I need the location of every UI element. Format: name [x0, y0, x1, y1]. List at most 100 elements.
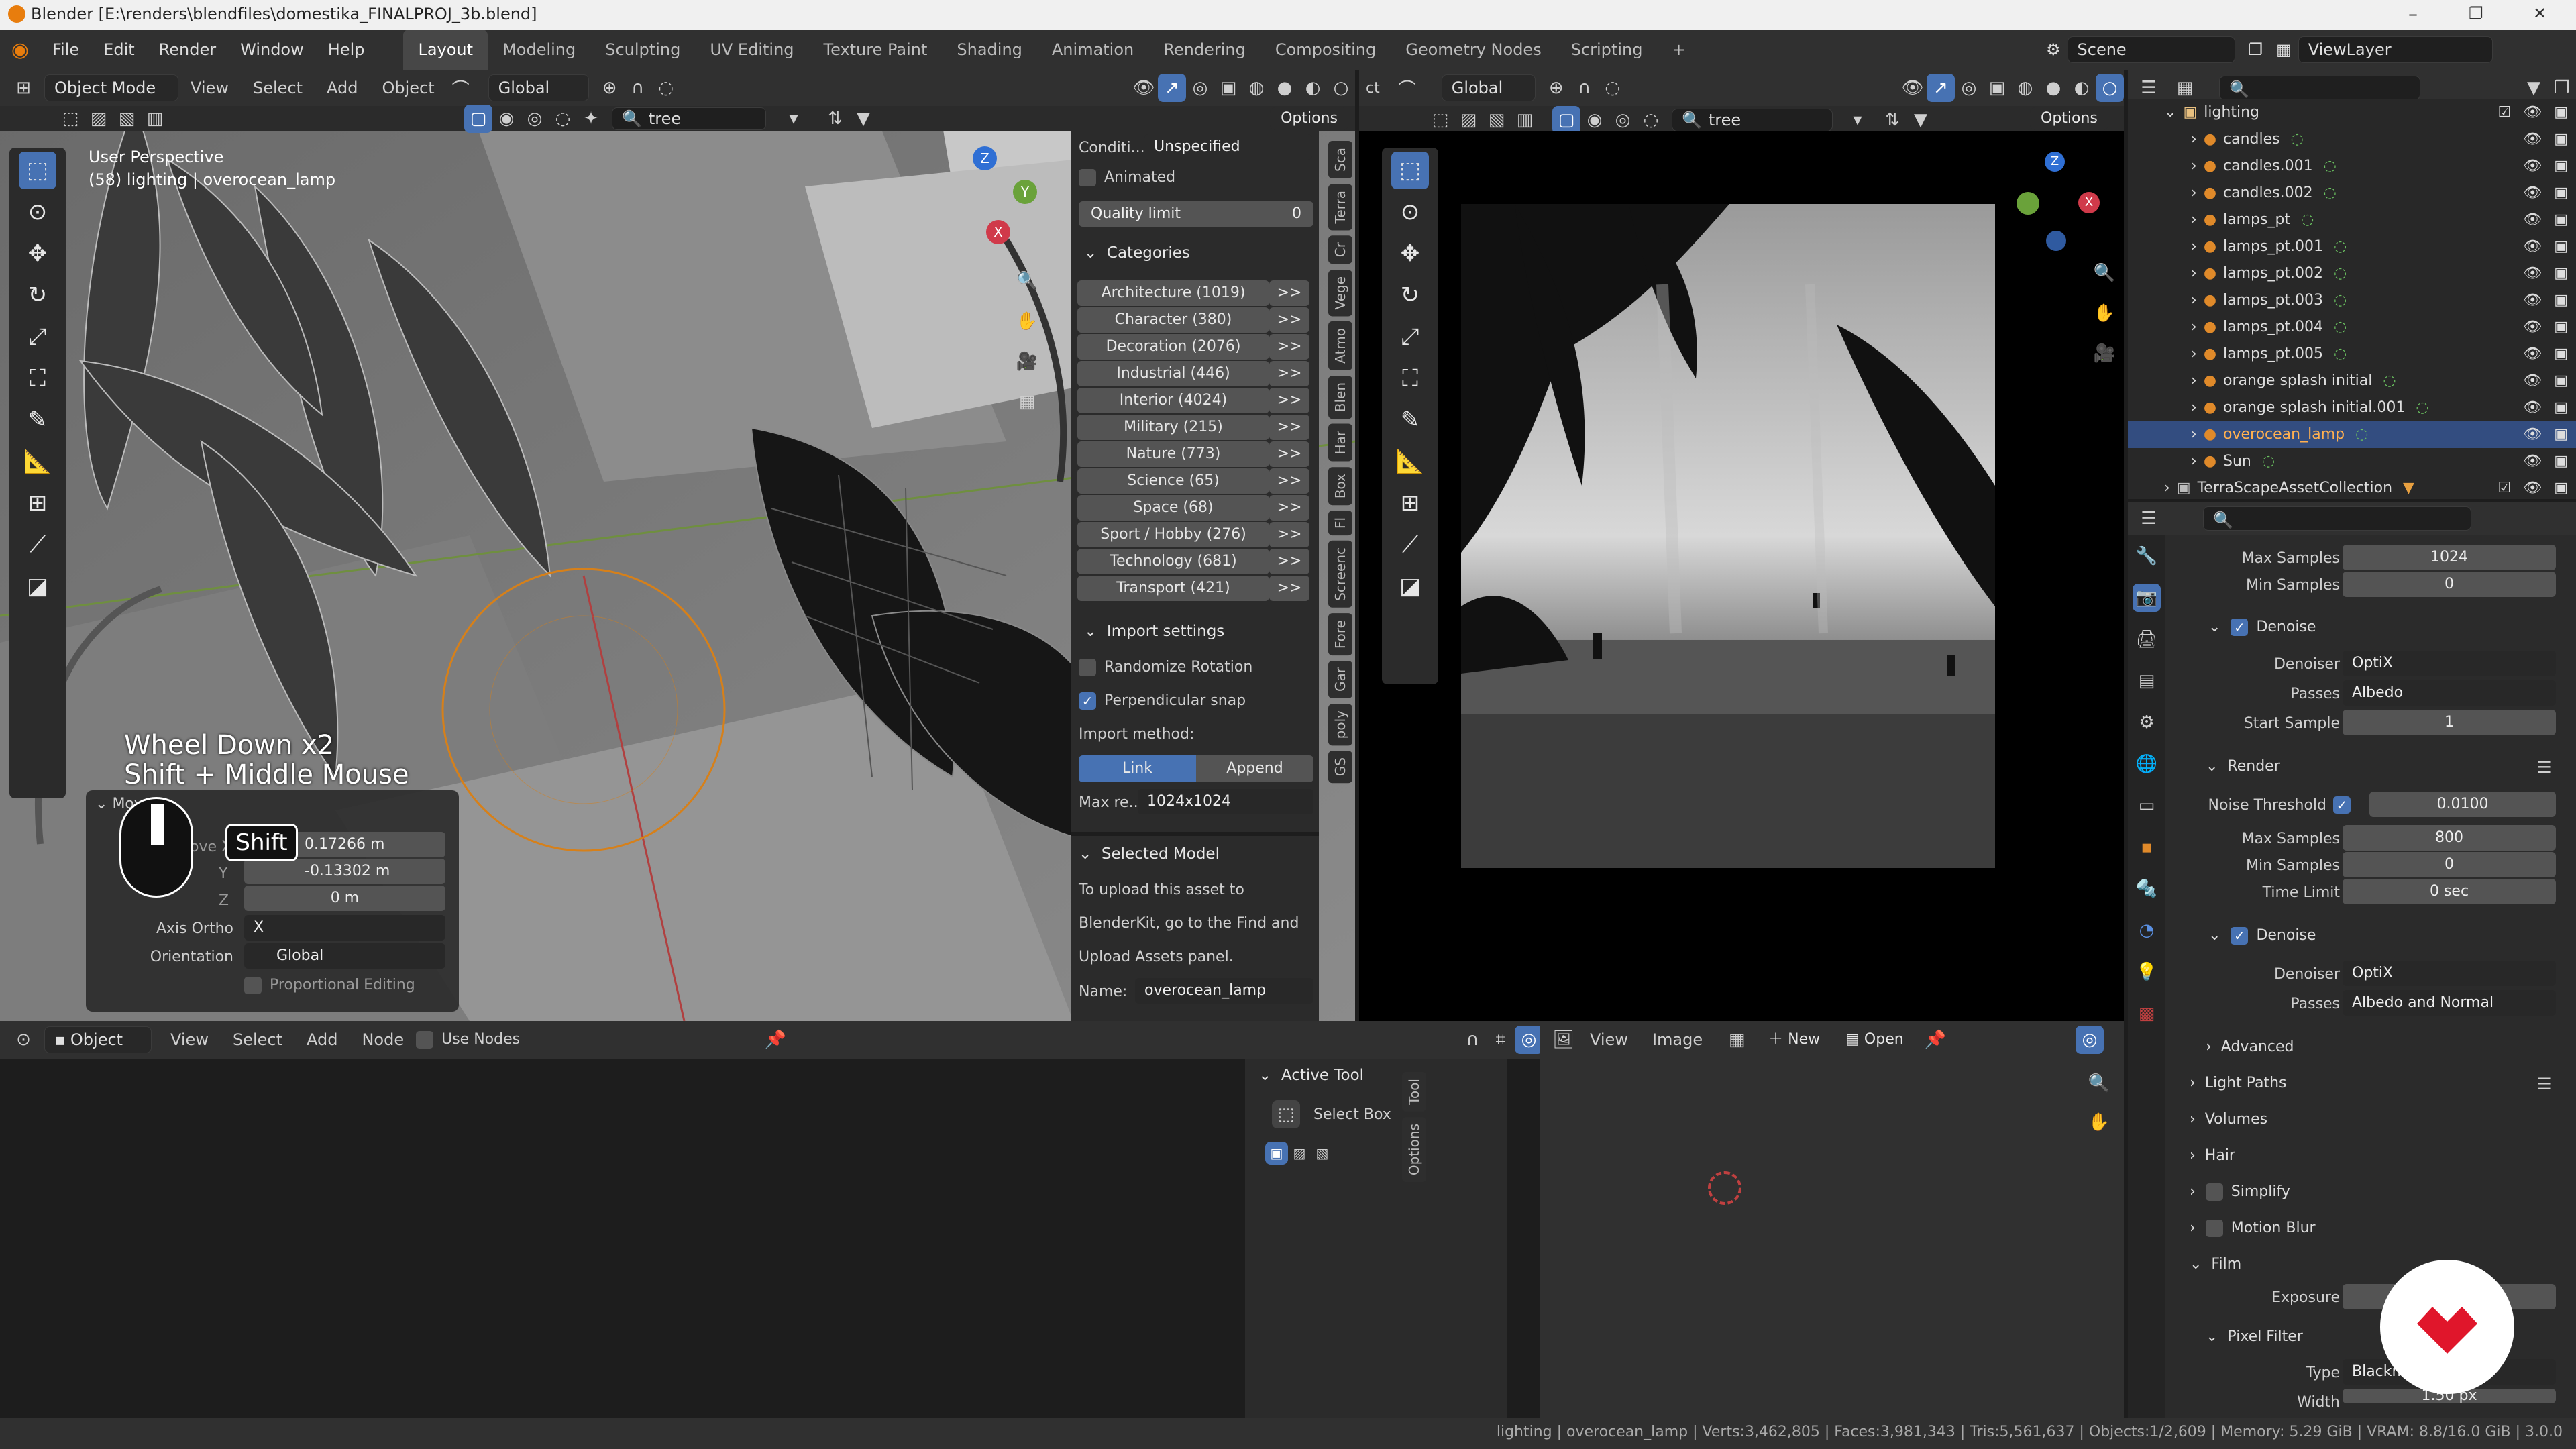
mode-extend-icon[interactable]: ▨	[1288, 1142, 1311, 1165]
node-snap-icon[interactable]: ∩	[1458, 1026, 1487, 1054]
rotate-tool-icon[interactable]: ↻	[1391, 276, 1429, 314]
sidebar-tab-vege[interactable]: Vege	[1328, 269, 1352, 317]
volumes-section[interactable]: › Volumes	[2190, 1103, 2267, 1136]
outliner-editor-icon[interactable]: ☰	[2135, 74, 2163, 102]
animated-checkbox[interactable]: Animated	[1079, 169, 1175, 186]
image-menu-view[interactable]: View	[1578, 1021, 1640, 1059]
node-menu-view[interactable]: View	[158, 1021, 221, 1059]
image-browse-icon[interactable]: ▦	[1723, 1026, 1751, 1054]
visibility-eye-icon[interactable]: 👁	[2523, 207, 2542, 233]
category-arrow[interactable]: >>	[1269, 549, 1309, 574]
axis-neg-z-icon[interactable]	[2046, 231, 2066, 251]
properties-editor-icon[interactable]: ☰	[2135, 504, 2163, 533]
add-workspace-button[interactable]: +	[1657, 30, 1700, 70]
node-snap-type-icon[interactable]: ⌗	[1487, 1026, 1515, 1054]
tab-options[interactable]: Options	[1402, 1116, 1426, 1183]
import-settings-header[interactable]: ⌄ Import settings	[1084, 623, 1224, 640]
expand-icon[interactable]: ›	[2191, 394, 2197, 421]
options-button[interactable]: Options	[1270, 107, 1348, 130]
collection-checkbox[interactable]: ☑	[2498, 475, 2512, 502]
visibility-eye-icon[interactable]: 👁	[2523, 153, 2542, 180]
filter-hdr-icon[interactable]: ◌	[549, 105, 577, 133]
display-mode-icon[interactable]: ▦	[2171, 74, 2199, 102]
outliner-item[interactable]: › ● candles.001 ◌ 👁 ▣	[2128, 153, 2576, 180]
sidebar-tab-gar[interactable]: Gar	[1328, 660, 1352, 698]
category-sport-hobby[interactable]: Sport / Hobby (276)	[1077, 522, 1269, 547]
node-overlay-icon[interactable]: ◎	[1515, 1026, 1543, 1054]
outliner-item[interactable]: › ● orange splash initial ◌ 👁 ▣	[2128, 368, 2576, 394]
workspace-tab-modeling[interactable]: Modeling	[488, 30, 590, 70]
visibility-eye-icon[interactable]: 👁	[2523, 99, 2542, 126]
proportional-icon[interactable]: ◌	[652, 74, 680, 102]
category-space[interactable]: Space (68)	[1077, 495, 1269, 521]
new-image-button[interactable]: ＋ New	[1758, 1026, 1831, 1053]
select-mode-icon[interactable]: ⬚	[1426, 106, 1454, 134]
expand-icon[interactable]: ›	[2191, 287, 2197, 314]
options-right-button[interactable]: Options	[2030, 107, 2108, 130]
append-button[interactable]: Append	[1196, 755, 1313, 782]
world-tab-icon[interactable]: 🌐	[2133, 750, 2161, 778]
render-camera-icon[interactable]: ▣	[2554, 233, 2568, 260]
light-paths-section[interactable]: › Light Paths	[2190, 1067, 2286, 1100]
outliner-item[interactable]: › ● lamps_pt.003 ◌ 👁 ▣	[2128, 287, 2576, 314]
select-extend-icon[interactable]: ▨	[85, 105, 113, 133]
sidebar-tab-atmo[interactable]: Atmo	[1328, 321, 1352, 370]
render-max-samples-field[interactable]: 800	[2343, 825, 2556, 851]
category-technology[interactable]: Technology (681)	[1077, 549, 1269, 574]
film-section[interactable]: ⌄ Film	[2190, 1248, 2241, 1281]
link-icon[interactable]: ⌒	[1393, 74, 1421, 102]
noise-threshold-field[interactable]: 0.0100	[2369, 792, 2556, 817]
xray-icon[interactable]: ▣	[1214, 74, 1242, 102]
render-camera-icon[interactable]: ▣	[2554, 394, 2568, 421]
viewport-right[interactable]: ⬚ ⊙ ✥ ↻ ⤢ ⛶ ✎ 📐 ⊞ ⟋ ◪ Z X 🔍 ✋ 🎥	[1359, 131, 2124, 1021]
pivot-icon[interactable]: ⊕	[1542, 74, 1570, 102]
randomize-rotation-checkbox[interactable]: Randomize Rotation	[1079, 659, 1252, 676]
category-interior[interactable]: Interior (4024)	[1077, 388, 1269, 413]
outliner-collection-lighting[interactable]: ⌄ ▣ lighting ☑ 👁 ▣	[2128, 99, 2576, 126]
category-arrow[interactable]: >>	[1269, 441, 1309, 467]
sidebar-tab-har[interactable]: Har	[1328, 424, 1352, 462]
output-tab-icon[interactable]: 🖨	[2133, 625, 2161, 653]
axis-z-icon[interactable]: Z	[2045, 152, 2065, 172]
transform-tool-icon[interactable]: ⛶	[19, 360, 56, 397]
pan-hand-icon[interactable]: ✋	[2090, 299, 2118, 327]
visibility-eye-icon[interactable]: 👁	[2523, 421, 2542, 448]
node-menu-node[interactable]: Node	[350, 1021, 416, 1059]
sidebar-tab-cr[interactable]: Cr	[1328, 235, 1352, 264]
image-editor-type-icon[interactable]: 🖼	[1550, 1026, 1578, 1054]
max-samples-field[interactable]: 1024	[2343, 545, 2556, 570]
category-decoration[interactable]: Decoration (2076)	[1077, 334, 1269, 360]
select-box-tool-label[interactable]: ⬚ Select Box	[1272, 1100, 1391, 1128]
zoom-icon[interactable]: 🔍	[2085, 1069, 2113, 1097]
zoom-icon[interactable]: 🔍	[2090, 259, 2118, 287]
start-sample-field[interactable]: 1	[2343, 710, 2556, 735]
list-icon[interactable]: ☰	[2537, 1075, 2552, 1093]
collection-checkbox[interactable]: ☑	[2498, 99, 2512, 126]
list-icon[interactable]: ☰	[2537, 758, 2552, 777]
viewport-menu-add[interactable]: Add	[315, 70, 370, 106]
extra-tool-icon[interactable]: ◪	[1391, 568, 1429, 605]
select-invert-icon[interactable]: ▥	[1511, 106, 1539, 134]
node-object-dropdown[interactable]: ▪ Object	[44, 1026, 152, 1053]
gizmo-icon[interactable]: ↗	[1158, 74, 1186, 102]
workspace-tab-texture-paint[interactable]: Texture Paint	[809, 30, 943, 70]
advanced-section[interactable]: › Advanced	[2206, 1030, 2294, 1064]
outliner-item[interactable]: › ● candles ◌ 👁 ▣	[2128, 126, 2576, 153]
node-menu-select[interactable]: Select	[221, 1021, 294, 1059]
render-camera-icon[interactable]: ▣	[2554, 287, 2568, 314]
denoiser2-dropdown[interactable]: OptiX	[2343, 961, 2556, 986]
viewport-menu-view[interactable]: View	[178, 70, 241, 106]
asset-search-right-input[interactable]: 🔍 tree	[1672, 109, 1833, 131]
viewport-menu-select[interactable]: Select	[241, 70, 315, 106]
object-tab-icon[interactable]: ▪	[2133, 833, 2161, 861]
expand-icon[interactable]: ›	[2191, 341, 2197, 368]
render-camera-icon[interactable]: ▣	[2554, 180, 2568, 207]
noise-threshold-checkbox[interactable]: ✓	[2333, 795, 2359, 814]
workspace-tab-compositing[interactable]: Compositing	[1260, 30, 1391, 70]
tab-tool[interactable]: Tool	[1402, 1072, 1426, 1112]
select-subtract-icon[interactable]: ▧	[113, 105, 141, 133]
filter-model-icon[interactable]: ◉	[1580, 106, 1609, 134]
min-samples-field[interactable]: 0	[2343, 572, 2556, 597]
render-camera-icon[interactable]: ▣	[2554, 207, 2568, 233]
modifier-tab-icon[interactable]: 🔩	[2133, 875, 2161, 903]
